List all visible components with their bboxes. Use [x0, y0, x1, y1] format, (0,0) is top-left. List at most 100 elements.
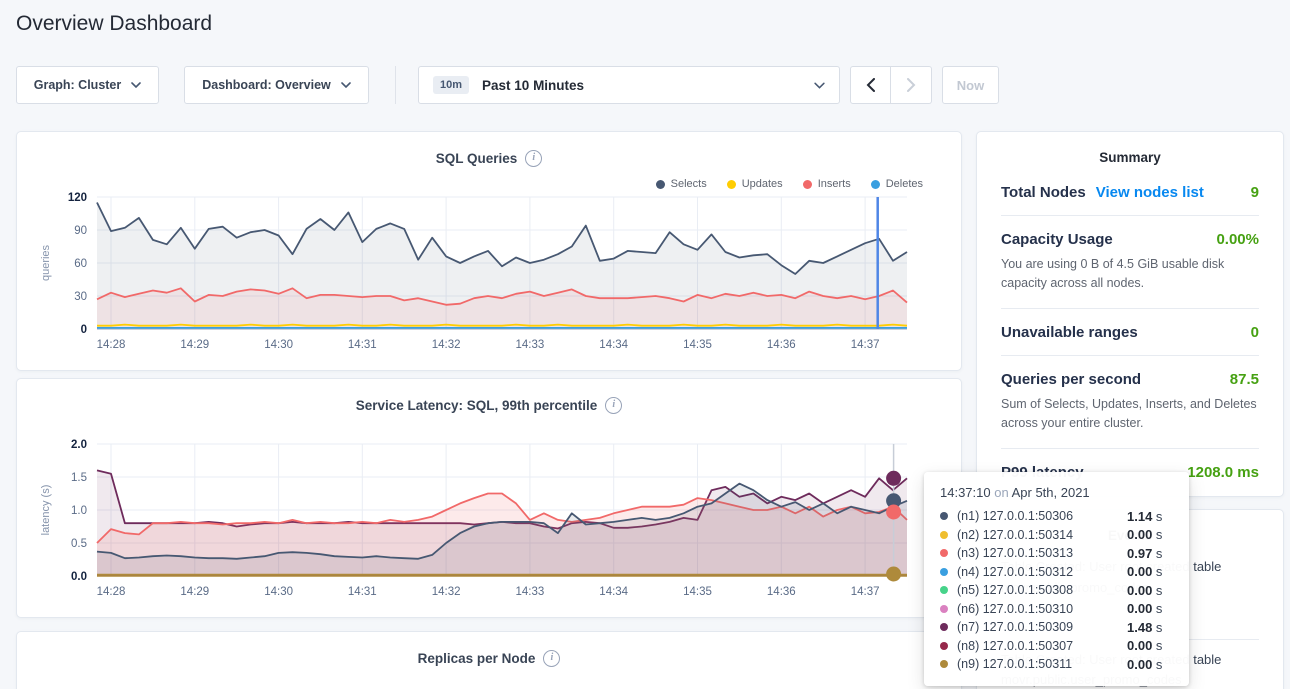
svg-text:14:36: 14:36	[767, 586, 796, 598]
svg-text:14:33: 14:33	[516, 339, 545, 351]
latency-chart-title: Service Latency: SQL, 99th percentile	[356, 398, 598, 413]
dashboard-dropdown-label: Dashboard: Overview	[202, 78, 331, 92]
svg-text:1.5: 1.5	[71, 472, 87, 484]
sql-chart-title-row: SQL Queries i	[17, 132, 961, 167]
svg-text:14:34: 14:34	[599, 339, 628, 351]
node-series-dot-icon	[940, 568, 948, 576]
svg-text:14:30: 14:30	[264, 586, 293, 598]
svg-text:0.0: 0.0	[71, 571, 87, 583]
tooltip-row: (n7) 127.0.0.1:50309 1.48 s	[940, 618, 1173, 637]
tooltip-row: (n2) 127.0.0.1:50314 0.00 s	[940, 526, 1173, 545]
time-pager	[850, 66, 932, 104]
tooltip-node-address: (n7) 127.0.0.1:50309	[957, 620, 1073, 634]
svg-text:14:30: 14:30	[264, 339, 293, 351]
chevron-right-icon	[907, 78, 916, 92]
tooltip-unit: s	[1152, 638, 1162, 653]
info-icon[interactable]: i	[605, 397, 622, 414]
svg-text:14:29: 14:29	[180, 339, 209, 351]
tooltip-unit: s	[1152, 527, 1162, 542]
summary-value: 1208.0 ms	[1187, 464, 1259, 481]
svg-text:14:28: 14:28	[97, 339, 126, 351]
graph-dropdown-label: Graph: Cluster	[34, 78, 122, 92]
summary-value: 87.5	[1230, 371, 1259, 388]
chevron-down-icon	[131, 82, 141, 88]
svg-text:14:36: 14:36	[767, 339, 796, 351]
tooltip-node-address: (n6) 127.0.0.1:50310	[957, 602, 1073, 616]
tooltip-row: (n8) 127.0.0.1:503070.00 s	[940, 637, 1173, 656]
tooltip-node-address: (n1) 127.0.0.1:50306	[957, 509, 1073, 523]
latency-chart-title-row: Service Latency: SQL, 99th percentile i	[17, 379, 961, 414]
deletes-series-dot-icon	[871, 180, 880, 189]
tooltip-node-address: (n3) 127.0.0.1:50313	[957, 546, 1073, 560]
chevron-down-icon	[341, 82, 351, 88]
tooltip-node-value: 0.00 s	[1127, 583, 1173, 598]
graph-dropdown[interactable]: Graph: Cluster	[16, 66, 159, 104]
svg-text:14:35: 14:35	[683, 586, 712, 598]
latency-chart[interactable]: 0.0 0.5 1.0 1.5 2.0 14:28 14:29 14:30 14:31 14:32…	[35, 436, 957, 606]
inserts-series-dot-icon	[803, 180, 812, 189]
svg-text:14:29: 14:29	[180, 586, 209, 598]
node-series-dot-icon	[940, 605, 948, 613]
svg-text:14:37: 14:37	[851, 339, 880, 351]
svg-text:0: 0	[81, 324, 87, 336]
tooltip-row: (n9) 127.0.0.1:503110.00 s	[940, 655, 1173, 674]
node-series-dot-icon	[940, 623, 948, 631]
tooltip-node-value: 1.48 s	[1127, 620, 1173, 635]
svg-text:120: 120	[68, 192, 87, 204]
svg-text:14:35: 14:35	[683, 339, 712, 351]
dashboard-dropdown[interactable]: Dashboard: Overview	[184, 66, 369, 104]
tooltip-node-value: 0.00 s	[1127, 527, 1173, 542]
svg-text:14:31: 14:31	[348, 586, 377, 598]
tooltip-node-address: (n9) 127.0.0.1:50311	[957, 657, 1072, 671]
sql-queries-chart[interactable]: 030609012014:2814:2914:3014:3114:3214:33…	[35, 189, 957, 359]
svg-text:14:28: 14:28	[97, 586, 126, 598]
summary-heading: Summary	[977, 132, 1283, 169]
svg-text:14:32: 14:32	[432, 586, 461, 598]
sql-queries-chart-card: SQL Queries i SelectsUpdatesInsertsDelet…	[16, 131, 962, 371]
svg-text:1.0: 1.0	[71, 505, 87, 517]
tooltip-unit: s	[1152, 509, 1162, 524]
tooltip-unit: s	[1152, 546, 1162, 561]
info-icon[interactable]: i	[543, 650, 560, 667]
svg-text:0.5: 0.5	[71, 538, 87, 550]
replicas-chart-title: Replicas per Node	[418, 651, 536, 666]
node-series-dot-icon	[940, 642, 948, 650]
tooltip-node-value: 0.97 s	[1127, 546, 1173, 561]
time-prev-button[interactable]	[850, 66, 891, 104]
svg-text:14:32: 14:32	[432, 339, 461, 351]
updates-series-dot-icon	[727, 180, 736, 189]
svg-text:14:37: 14:37	[851, 586, 880, 598]
tooltip-row: (n3) 127.0.0.1:50313 0.97 s	[940, 544, 1173, 563]
info-icon[interactable]: i	[525, 150, 542, 167]
summary-panel: Summary Total NodesView nodes list9Capac…	[976, 131, 1284, 497]
svg-text:2.0: 2.0	[71, 439, 87, 451]
tooltip-unit: s	[1152, 583, 1162, 598]
view-nodes-list-link[interactable]: View nodes list	[1096, 184, 1204, 201]
svg-text:14:33: 14:33	[516, 586, 545, 598]
tooltip-node-value: 0.00 s	[1127, 601, 1173, 616]
time-range-label: Past 10 Minutes	[482, 78, 584, 93]
tooltip-node-address: (n5) 127.0.0.1:50308	[957, 583, 1073, 597]
tooltip-node-address: (n2) 127.0.0.1:50314	[957, 528, 1073, 542]
svg-text:14:31: 14:31	[348, 339, 377, 351]
selects-series-dot-icon	[656, 180, 665, 189]
summary-row-total-nodes: Total NodesView nodes list9	[1001, 169, 1259, 216]
tooltip-node-address: (n4) 127.0.0.1:50312	[957, 565, 1073, 579]
node-series-dot-icon	[940, 586, 948, 594]
tooltip-node-value: 1.14 s	[1127, 509, 1173, 524]
toolbar-divider	[395, 66, 396, 104]
svg-text:60: 60	[74, 258, 87, 270]
tooltip-unit: s	[1152, 657, 1162, 672]
tooltip-node-address: (n8) 127.0.0.1:50307	[957, 639, 1073, 653]
time-range-picker[interactable]: 10m Past 10 Minutes	[418, 66, 840, 104]
overview-dashboard-page: Overview Dashboard Graph: Cluster Dashbo…	[0, 0, 1290, 689]
tooltip-unit: s	[1152, 564, 1162, 579]
summary-label: Unavailable ranges	[1001, 324, 1138, 341]
chart-hover-tooltip: 14:37:10 on Apr 5th, 2021 (n1) 127.0.0.1…	[924, 472, 1189, 686]
summary-label: Total Nodes	[1001, 184, 1086, 201]
node-series-dot-icon	[940, 531, 948, 539]
time-next-button[interactable]	[891, 66, 932, 104]
summary-label: Capacity Usage	[1001, 231, 1113, 248]
now-button[interactable]: Now	[942, 66, 999, 104]
toolbar: Graph: Cluster Dashboard: Overview 10m P…	[16, 66, 999, 104]
